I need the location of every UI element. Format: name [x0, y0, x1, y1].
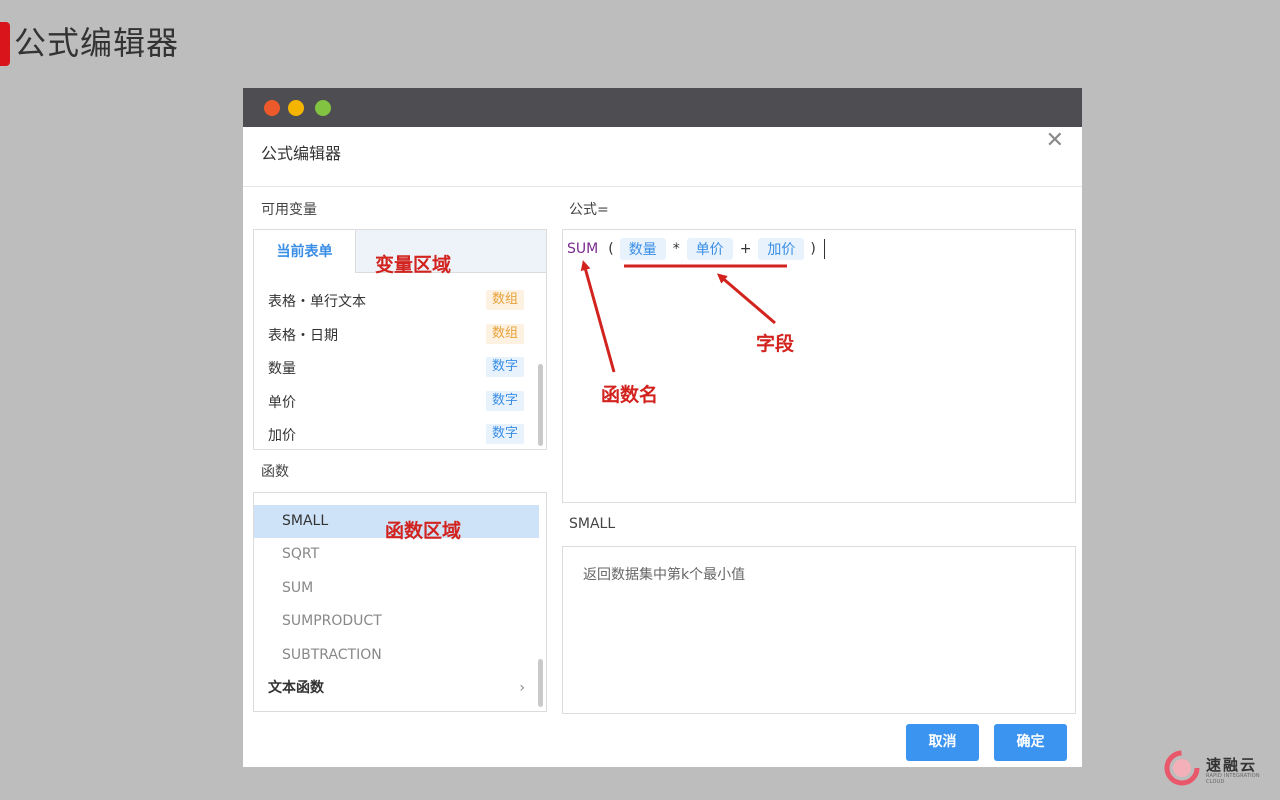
annotation-variable-area: 变量区域 [375, 254, 452, 276]
function-item-sumproduct[interactable]: SUMPRODUCT [254, 605, 539, 638]
formula-operator: * [672, 241, 680, 257]
formula-open-paren: ( [608, 241, 614, 257]
slide-accent-bar [0, 22, 10, 66]
window-minimize-dot[interactable] [288, 100, 304, 116]
function-item-subtraction[interactable]: SUBTRACTION [254, 639, 539, 672]
function-description-box: 返回数据集中第k个最小值 [562, 546, 1076, 714]
function-desc-title: SMALL [569, 516, 616, 532]
annotation-field: 字段 [756, 333, 795, 355]
variable-type-badge: 数字 [485, 424, 524, 444]
variable-name: 数量 [268, 361, 296, 377]
variable-type-badge: 数字 [485, 357, 524, 377]
function-item-label: SUM [282, 580, 314, 596]
formula-expression: SUM ( 数量 * 单价 + 加价 ) [567, 238, 825, 260]
window-maximize-dot[interactable] [315, 100, 331, 116]
variable-name: 表格・日期 [268, 328, 338, 344]
header-divider [243, 186, 1082, 187]
variable-item[interactable]: 表格・单行文本 数组 [254, 287, 534, 313]
formula-close-paren: ) [810, 241, 816, 257]
variable-item[interactable]: 单价 数字 [254, 388, 534, 414]
window-titlebar [243, 88, 1082, 127]
annotation-function-name: 函数名 [601, 384, 659, 406]
annotation-function-area: 函数区域 [385, 520, 462, 542]
variable-name: 单价 [268, 395, 296, 411]
formula-editor[interactable]: SUM ( 数量 * 单价 + 加价 ) [562, 229, 1076, 503]
text-caret [823, 239, 825, 259]
function-category-label: 文本函数 [268, 680, 324, 696]
tab-current-form[interactable]: 当前表单 [254, 230, 356, 273]
functions-label: 函数 [261, 464, 289, 480]
variables-scrollbar[interactable] [538, 364, 543, 446]
cancel-button[interactable]: 取消 [906, 724, 979, 761]
ok-button[interactable]: 确定 [994, 724, 1067, 761]
brand-logo: 速融云 RAPID INTEGRATION CLOUD [1164, 748, 1274, 788]
variable-type-badge: 数组 [485, 290, 524, 310]
window-close-dot[interactable] [264, 100, 280, 116]
editor-window: 公式编辑器 ✕ 可用变量 当前表单 表格・单行文本 数组 表格・日期 数组 数量… [243, 88, 1082, 767]
formula-function-name: SUM [567, 241, 599, 257]
variable-item[interactable]: 加价 数字 [254, 421, 534, 447]
function-item-sum[interactable]: SUM [254, 572, 539, 605]
function-item-label: SUBTRACTION [282, 647, 382, 663]
formula-operator: + [739, 241, 752, 257]
slide-title: 公式编辑器 [14, 24, 180, 62]
formula-field-chip[interactable]: 数量 [619, 238, 666, 260]
function-description: 返回数据集中第k个最小值 [583, 567, 746, 583]
variable-item[interactable]: 表格・日期 数组 [254, 321, 534, 347]
function-item-label: SUMPRODUCT [282, 613, 382, 629]
formula-field-chip[interactable]: 加价 [758, 238, 805, 260]
variable-type-badge: 数字 [485, 391, 524, 411]
close-icon[interactable]: ✕ [1046, 128, 1064, 153]
function-item-label: SMALL [282, 513, 329, 529]
dialog-title: 公式编辑器 [261, 144, 342, 163]
variable-name: 加价 [268, 428, 296, 444]
variable-name: 表格・单行文本 [268, 294, 366, 310]
brand-tagline: RAPID INTEGRATION CLOUD [1206, 773, 1260, 785]
formula-field-chip[interactable]: 单价 [686, 238, 733, 260]
variable-item[interactable]: 数量 数字 [254, 354, 534, 380]
variable-type-badge: 数组 [485, 324, 524, 344]
brand-logo-icon [1164, 750, 1200, 786]
function-category-text[interactable]: 文本函数 › [254, 672, 539, 705]
variables-label: 可用变量 [261, 202, 317, 218]
formula-label: 公式= [569, 202, 609, 218]
functions-scrollbar[interactable] [538, 659, 543, 707]
brand-name: 速融云 [1206, 756, 1258, 774]
chevron-right-icon: › [519, 680, 525, 696]
function-item-label: SQRT [282, 546, 320, 562]
